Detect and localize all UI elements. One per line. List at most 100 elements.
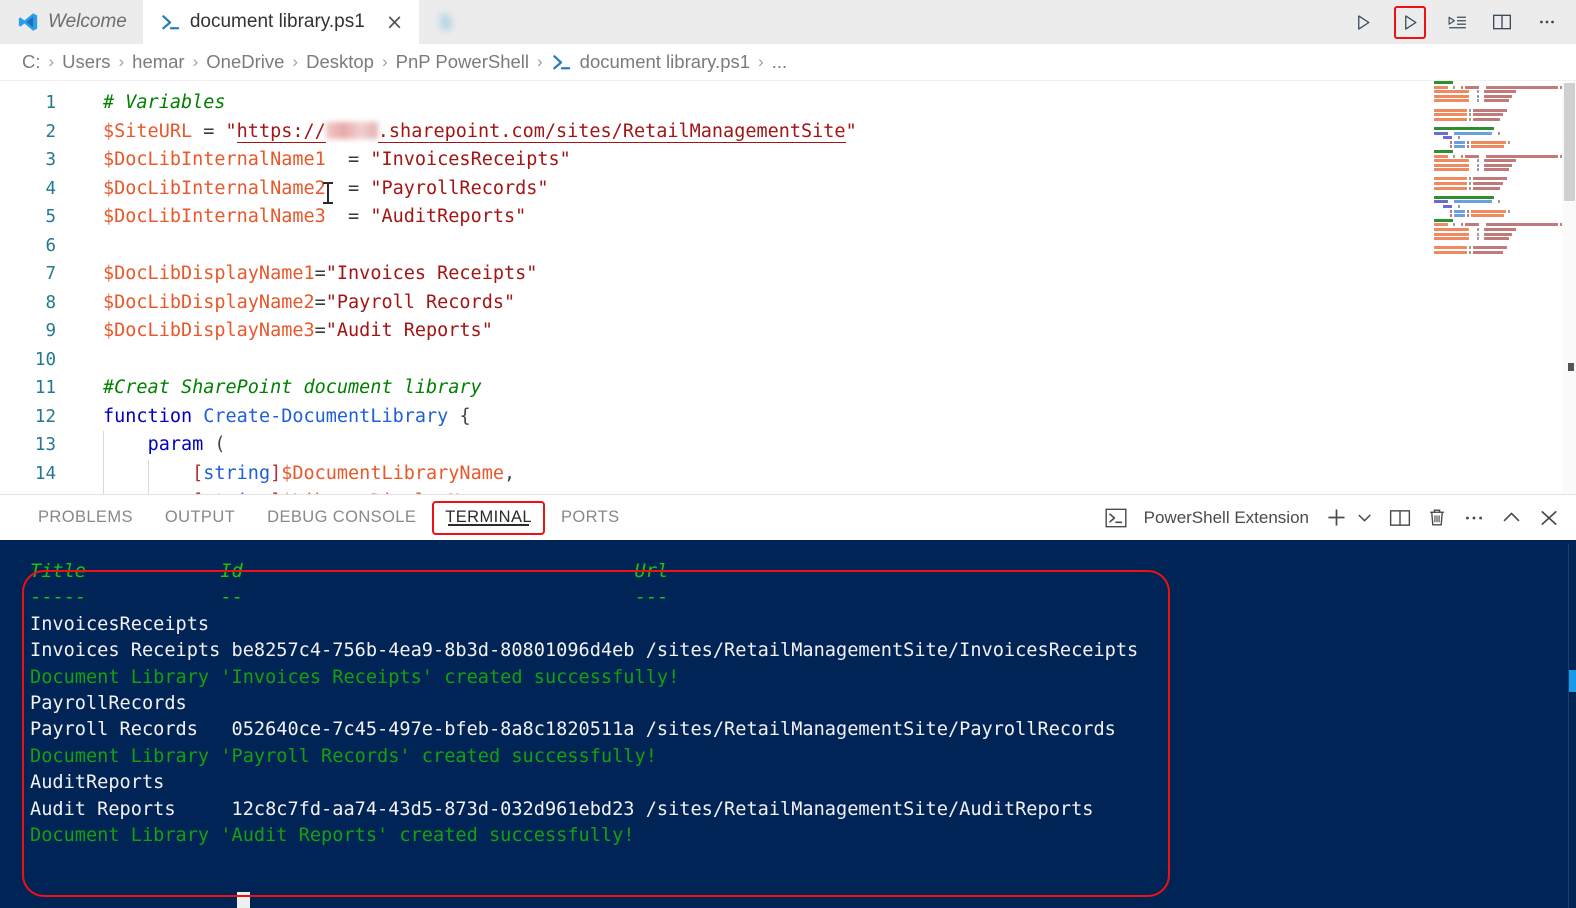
split-editor-button[interactable]: [1488, 8, 1516, 36]
terminal-text: Document Library 'Invoices Receipts' cre…: [30, 666, 680, 688]
code-line[interactable]: 3 $DocLibInternalName1 = "InvoicesReceipt…: [0, 146, 1576, 175]
minimap-line: [1432, 228, 1562, 231]
code-token-op: =: [314, 320, 326, 341]
terminal-text: AuditReports: [30, 772, 165, 794]
indent-guide: [103, 431, 104, 460]
minimap-gap: [1481, 223, 1485, 226]
terminal-text: Audit Reports 12c8c7fd-aa74-43d5-873d-03…: [30, 798, 1094, 820]
minimap-gap: [1450, 223, 1452, 226]
editor-tab-1[interactable]: document library.ps1 ×: [142, 0, 420, 44]
code-line[interactable]: 7 $DocLibDisplayName1="Invoices Receipts": [0, 260, 1576, 289]
terminal-line: Invoices Receipts be8257c4-756b-4ea9-8b3…: [30, 638, 1576, 664]
panel-tab-terminal[interactable]: TERMINAL: [432, 500, 545, 535]
panel-tab-debug-console[interactable]: DEBUG CONSOLE: [251, 495, 432, 541]
code-token-punc: ,: [503, 462, 516, 484]
code-line[interactable]: 12 function Create-DocumentLibrary {: [0, 403, 1576, 432]
code-line-content: [string]$DocumentLibraryName,: [72, 459, 516, 488]
breadcrumb-segment-4[interactable]: Desktop: [304, 51, 376, 73]
more-actions-button[interactable]: [1533, 8, 1561, 36]
terminal-scrollbar-marker[interactable]: [1569, 670, 1576, 692]
terminal-output[interactable]: Title Id Url ----- -- --- InvoicesReceipts…: [0, 540, 1576, 849]
minimap-line: [1432, 154, 1562, 158]
breadcrumb-separator-icon: ›: [192, 52, 199, 71]
code-line[interactable]: 14 [string]$DocumentLibraryName,: [0, 459, 1576, 488]
breadcrumb-segment-0[interactable]: C:: [20, 51, 43, 73]
breadcrumb-file[interactable]: document library.ps1: [549, 51, 752, 73]
code-token-var: $DocLibDisplayName3: [103, 320, 315, 341]
overview-ruler[interactable]: [1562, 81, 1576, 494]
code-line[interactable]: 8 $DocLibDisplayName2="Payroll Records": [0, 289, 1576, 318]
code-line[interactable]: 4 $DocLibInternalName2 = "PayrollRecords": [0, 175, 1576, 204]
code-line-content: param (: [72, 431, 226, 460]
new-terminal-button[interactable]: [1325, 506, 1348, 529]
minimap-gap: [1471, 233, 1475, 236]
minimap-token: [1486, 223, 1559, 227]
minimap-token: [1434, 90, 1469, 94]
minimap-gap: [1434, 136, 1441, 139]
terminal-text: Document Library 'Audit Reports' created…: [30, 824, 635, 846]
minimap-token: [1486, 85, 1559, 89]
minimap-gap: [1481, 86, 1485, 89]
terminal-text: Invoices Receipts be8257c4-756b-4ea9-8b3…: [30, 640, 1139, 662]
panel-more-actions-button[interactable]: [1463, 509, 1485, 527]
code-line[interactable]: 2 $SiteURL = "https://.sharepoint.com/sit…: [0, 118, 1576, 147]
active-terminal-name[interactable]: PowerShell Extension: [1144, 508, 1309, 528]
panel-tab-problems[interactable]: PROBLEMS: [22, 495, 149, 541]
breadcrumb-segment-1[interactable]: Users: [60, 51, 112, 73]
minimap-token: [1434, 182, 1468, 186]
line-number: 3: [45, 150, 56, 170]
code-editor[interactable]: 1 # Variables 2 $SiteURL = "https://.sharep…: [0, 81, 1576, 494]
terminal-line: Payroll Records 052640ce-7c45-497e-bfeb-…: [30, 717, 1576, 743]
editor-scrollbar-thumb[interactable]: [1564, 83, 1575, 201]
close-icon[interactable]: ×: [386, 11, 404, 33]
minimap-token: [1473, 177, 1507, 181]
code-content[interactable]: 1 # Variables 2 $SiteURL = "https://.sharep…: [0, 81, 1576, 494]
panel-tab-label: TERMINAL: [445, 508, 532, 526]
terminal-line: Document Library 'Audit Reports' created…: [30, 823, 1576, 849]
code-line[interactable]: 10: [0, 346, 1576, 375]
editor-tab-2[interactable]: single library.ps1: [419, 0, 622, 44]
code-token-op: =: [348, 206, 360, 227]
minimap[interactable]: [1432, 81, 1562, 494]
minimap-gap: [1481, 164, 1483, 167]
minimap-token: [1470, 140, 1506, 144]
code-line[interactable]: 11 #Creat SharePoint document library: [0, 374, 1576, 403]
minimap-gap: [1481, 228, 1483, 231]
split-terminal-button[interactable]: [1389, 508, 1411, 528]
minimap-token: [1476, 168, 1479, 172]
code-line-content: $DocLibInternalName2 = "PayrollRecords": [72, 175, 549, 204]
line-number: 9: [45, 321, 56, 341]
panel-header: PROBLEMS OUTPUT DEBUG CONSOLE TERMINAL PORTS…: [0, 494, 1576, 540]
editor-tab-0[interactable]: Welcome: [0, 0, 143, 44]
close-panel-button[interactable]: [1538, 508, 1560, 528]
minimap-token: [1434, 195, 1494, 199]
kill-terminal-button[interactable]: [1427, 507, 1447, 528]
breadcrumb-segment-2[interactable]: hemar: [130, 51, 186, 73]
panel-tab-ports[interactable]: PORTS: [545, 495, 636, 541]
line-number: 11: [34, 378, 56, 398]
run-button[interactable]: [1349, 8, 1377, 36]
minimap-line: [1432, 250, 1562, 254]
line-number: 8: [45, 292, 56, 313]
code-token-fn: Create-DocumentLibrary: [203, 405, 449, 427]
code-line[interactable]: 1 # Variables: [0, 89, 1576, 118]
code-line[interactable]: 9 $DocLibDisplayName3="Audit Reports": [0, 317, 1576, 346]
run-selection-icon[interactable]: [1443, 8, 1471, 36]
panel-tab-output[interactable]: OUTPUT: [149, 495, 251, 541]
maximize-panel-button[interactable]: [1501, 508, 1522, 527]
minimap-token: [1473, 250, 1503, 254]
breadcrumb-segment-3[interactable]: OneDrive: [204, 51, 286, 73]
code-token-op: =: [348, 149, 360, 170]
code-line[interactable]: 6: [0, 232, 1576, 261]
minimap-token: [1434, 186, 1468, 190]
breadcrumb-segment-5[interactable]: PnP PowerShell: [394, 51, 531, 73]
terminal-panel[interactable]: Title Id Url ----- -- --- InvoicesReceipts…: [0, 540, 1576, 908]
code-line[interactable]: 13 param (: [0, 431, 1576, 460]
run-powershell-button[interactable]: [1394, 5, 1426, 39]
code-line[interactable]: 5 $DocLibInternalName3 = "AuditReports": [0, 203, 1576, 232]
chevron-down-icon[interactable]: [1356, 509, 1373, 526]
breadcrumb-symbols[interactable]: ...: [770, 51, 789, 73]
